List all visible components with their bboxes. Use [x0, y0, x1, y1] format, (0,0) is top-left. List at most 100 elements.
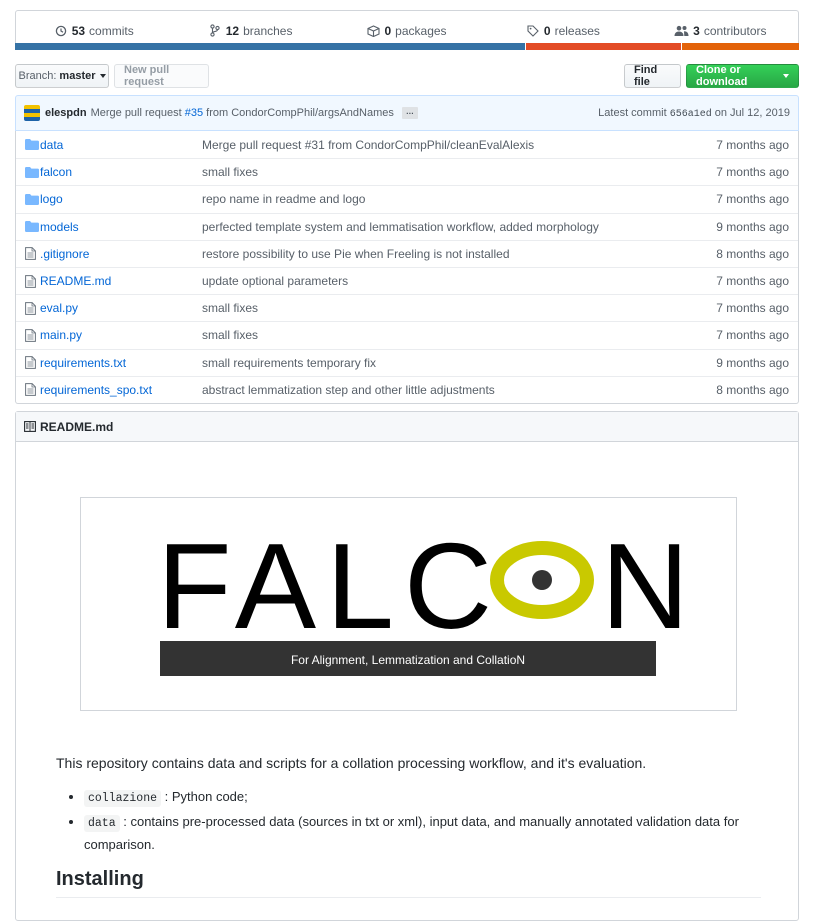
- logo-tagline: For Alignment, Lemmatization and Collati…: [291, 653, 525, 667]
- language-segment[interactable]: [15, 43, 525, 50]
- file-name-link[interactable]: models: [40, 220, 202, 234]
- language-segment[interactable]: [681, 43, 799, 50]
- logo-title-left: FALC: [157, 518, 502, 654]
- file-name-link[interactable]: eval.py: [40, 301, 202, 315]
- file-name-link[interactable]: logo: [40, 192, 202, 206]
- people-icon: [673, 24, 689, 37]
- commit-message-link[interactable]: abstract lemmatization step and other li…: [202, 383, 688, 397]
- commit-message-pre: Merge pull request: [90, 107, 182, 119]
- file-name-link[interactable]: requirements.txt: [40, 356, 202, 370]
- file-name-link[interactable]: falcon: [40, 165, 202, 179]
- file-icon: [16, 356, 40, 369]
- file-icon: [16, 274, 40, 288]
- logo-eye-pupil: [532, 570, 552, 590]
- folder-icon: [16, 139, 40, 151]
- releases-label: releases: [554, 23, 600, 38]
- tag-icon: [527, 24, 540, 37]
- file-row[interactable]: falcon small fixes 7 months ago: [16, 158, 798, 185]
- latest-commit-label: Latest commit: [598, 106, 667, 119]
- file-name-link[interactable]: README.md: [40, 274, 202, 288]
- packages-label: packages: [395, 23, 447, 38]
- commit-age: 8 months ago: [716, 246, 789, 261]
- falcon-logo-image: FALC N For Alignment, Lemmatization and …: [80, 497, 737, 711]
- commit-age: 7 months ago: [716, 137, 789, 152]
- commit-message-link[interactable]: small fixes: [202, 328, 688, 342]
- commit-age: 8 months ago: [716, 382, 789, 397]
- history-icon: [55, 24, 68, 37]
- folder-icon: [16, 221, 40, 233]
- file-row[interactable]: .gitignore restore possibility to use Pie…: [16, 239, 798, 267]
- commit-message-link[interactable]: small fixes: [202, 301, 688, 315]
- commit-message-link[interactable]: restore possibility to use Pie when Free…: [202, 247, 688, 261]
- readme-title: README.md: [40, 419, 114, 434]
- file-icon: [16, 329, 40, 342]
- file-row[interactable]: requirements.txt small requirements tempo…: [16, 348, 798, 376]
- contributors-count: 3: [693, 23, 700, 38]
- commit-author-link[interactable]: elespdn: [45, 107, 87, 119]
- commit-age: 9 months ago: [716, 219, 789, 234]
- commit-message-link[interactable]: update optional parameters: [202, 274, 688, 288]
- file-icon: [16, 301, 40, 315]
- commit-age: 7 months ago: [716, 328, 789, 343]
- readme-box: README.md FALC N For Alignment, Lemmatiz…: [15, 411, 799, 921]
- language-segment[interactable]: [524, 43, 682, 50]
- file-row[interactable]: data Merge pull request #31 from CondorCo…: [16, 131, 798, 158]
- inline-code: data: [84, 815, 120, 832]
- commit-age: 7 months ago: [716, 165, 789, 180]
- find-file-button[interactable]: Find file: [624, 64, 681, 88]
- new-pull-request-button[interactable]: New pull request: [114, 64, 209, 88]
- commit-message-link[interactable]: small fixes: [202, 165, 688, 179]
- contributors-label: contributors: [703, 23, 767, 38]
- logo-title-right: N: [601, 518, 689, 654]
- inline-code: collazione: [84, 790, 162, 807]
- releases-count: 0: [543, 23, 551, 38]
- file-icon: [16, 383, 40, 397]
- file-list: data Merge pull request #31 from CondorCo…: [15, 131, 799, 404]
- commit-message-link[interactable]: perfected template system and lemmatisat…: [202, 220, 688, 234]
- commit-message-link[interactable]: Merge pull request #31 from CondorCompPh…: [202, 138, 688, 152]
- commit-date: on Jul 12, 2019: [714, 106, 790, 119]
- commit-meta: Latest commit 656a1ed on Jul 12, 2019: [598, 107, 790, 120]
- readme-intro: This repository contains data and script…: [56, 755, 647, 771]
- folder-icon: [16, 193, 40, 205]
- branch-select-button[interactable]: Branch: master: [15, 64, 109, 88]
- readme-bullet-list: collazione : Python code; data : contain…: [56, 786, 756, 857]
- commit-age: 7 months ago: [716, 274, 789, 289]
- new-pr-label: New pull request: [124, 64, 170, 88]
- latest-commit-bar: elespdn Merge pull request #35 from Cond…: [15, 95, 799, 131]
- commits-label: commits: [89, 23, 134, 38]
- file-name-link[interactable]: main.py: [40, 328, 202, 342]
- file-name-link[interactable]: data: [40, 138, 202, 152]
- git-branch-icon: [209, 24, 222, 37]
- caret-down-icon: [99, 74, 106, 78]
- file-row[interactable]: eval.py small fixes 7 months ago: [16, 294, 798, 321]
- file-row[interactable]: README.md update optional parameters 7 mon…: [16, 266, 798, 294]
- package-icon: [367, 24, 381, 37]
- commit-message-link[interactable]: repo name in readme and logo: [202, 192, 688, 206]
- commit-pr-link[interactable]: #35: [185, 107, 203, 119]
- book-icon: [24, 421, 36, 432]
- file-name-link[interactable]: .gitignore: [40, 247, 202, 261]
- language-bar[interactable]: [15, 43, 799, 50]
- commit-age: 7 months ago: [716, 301, 789, 316]
- packages-count: 0: [384, 23, 392, 38]
- file-name-link[interactable]: requirements_spo.txt: [40, 383, 202, 397]
- commits-count: 53: [71, 23, 86, 38]
- clone-label: Clone or download: [696, 64, 748, 88]
- clone-download-button[interactable]: Clone or download: [686, 64, 799, 88]
- readme-heading-installing: Installing: [56, 868, 761, 898]
- file-row[interactable]: logo repo name in readme and logo 7 months…: [16, 185, 798, 212]
- file-icon: [16, 247, 40, 261]
- branches-count: 12: [225, 23, 240, 38]
- file-row[interactable]: main.py small fixes 7 months ago: [16, 321, 798, 348]
- commit-message-post: from CondorCompPhil/argsAndNames: [206, 107, 394, 119]
- find-file-label: Find file: [634, 64, 658, 88]
- author-avatar[interactable]: [24, 105, 40, 121]
- commit-message-link[interactable]: small requirements temporary fix: [202, 356, 688, 370]
- expand-commit-button[interactable]: …: [401, 107, 418, 119]
- commit-sha-link[interactable]: 656a1ed: [670, 109, 712, 120]
- readme-bullet: data : contains pre-processed data (sour…: [84, 811, 756, 855]
- file-row[interactable]: requirements_spo.txt abstract lemmatizati…: [16, 375, 798, 403]
- bullet-text: : contains pre-processed data (sources i…: [84, 814, 739, 852]
- file-row[interactable]: models perfected template system and lemm…: [16, 212, 798, 240]
